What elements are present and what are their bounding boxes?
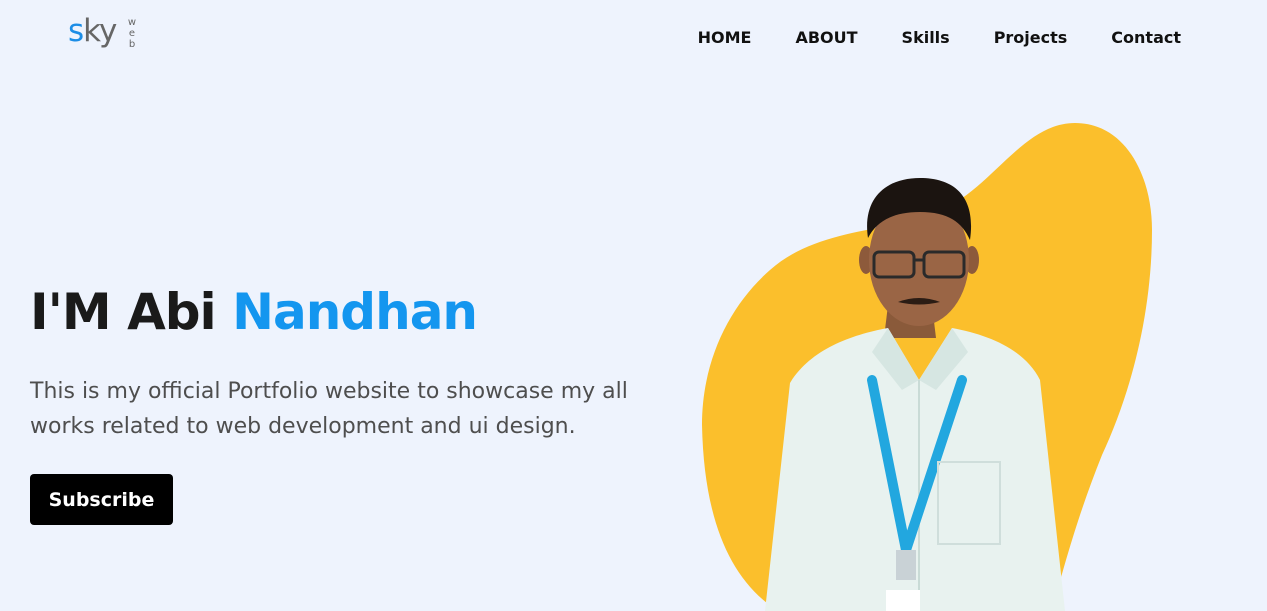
site-logo[interactable]: sky w e b xyxy=(68,14,148,64)
main-nav: HOME ABOUT Skills Projects Contact xyxy=(698,28,1181,48)
hero-illustration xyxy=(702,123,1152,611)
nav-projects[interactable]: Projects xyxy=(994,28,1068,48)
nav-home[interactable]: HOME xyxy=(698,28,752,48)
subscribe-button[interactable]: Subscribe xyxy=(30,474,173,525)
nav-skills[interactable]: Skills xyxy=(902,28,950,48)
hero-greeting: I'M Abi xyxy=(30,283,217,341)
logo-subtext: w e b xyxy=(127,17,137,50)
hero-description: This is my official Portfolio website to… xyxy=(30,379,628,439)
logo-wordmark: sky xyxy=(68,13,117,49)
portfolio-page: sky w e b HOME ABOUT Skills Projects Con… xyxy=(0,0,1267,611)
nav-contact[interactable]: Contact xyxy=(1111,28,1181,48)
hero-title: I'M Abi Nandhan xyxy=(30,278,478,346)
hero-name: Nandhan xyxy=(232,283,478,341)
nav-about[interactable]: ABOUT xyxy=(795,28,857,48)
